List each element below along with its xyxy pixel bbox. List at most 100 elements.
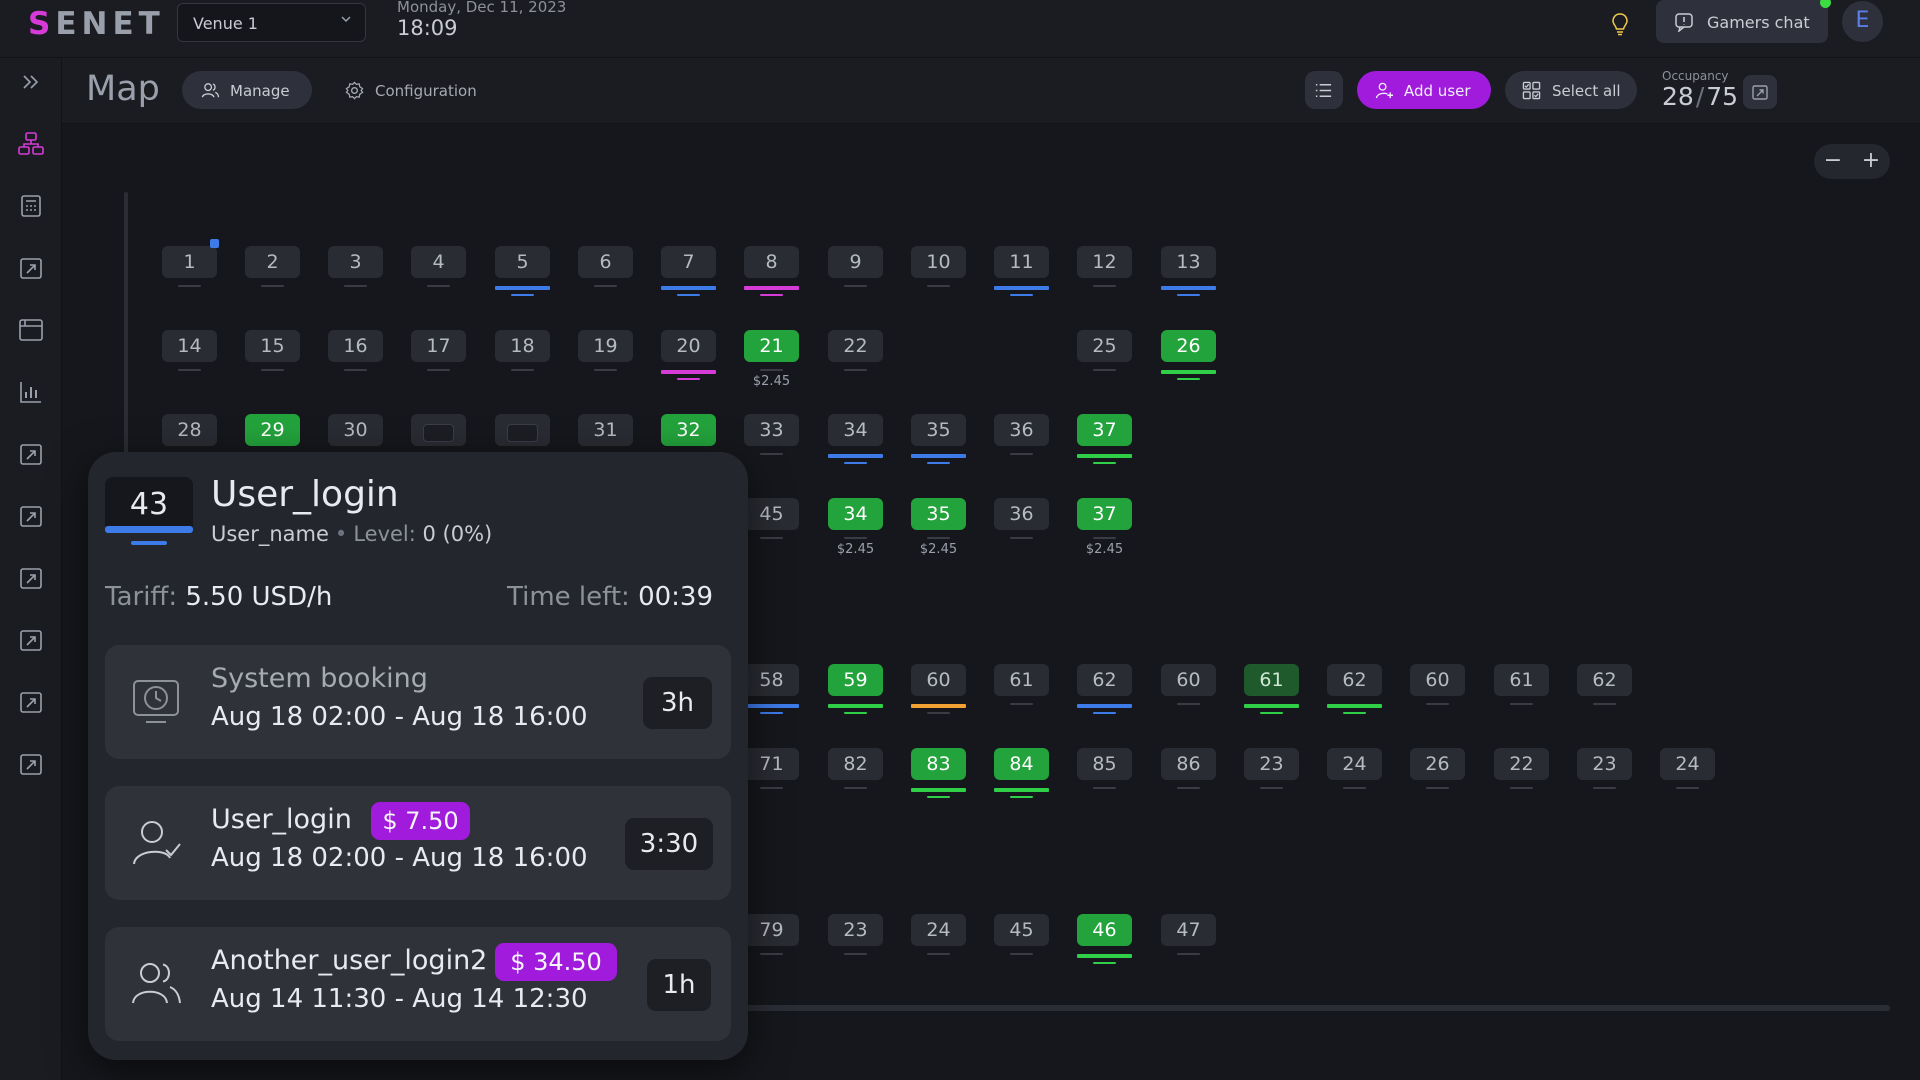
occupancy-report-button[interactable] — [1743, 75, 1777, 109]
seat-60[interactable]: 60 — [1410, 664, 1465, 705]
seat-4[interactable]: 4 — [411, 246, 466, 287]
seat-13[interactable]: 13 — [1161, 246, 1216, 296]
seat-79[interactable]: 79 — [744, 914, 799, 955]
map-icon[interactable] — [17, 130, 45, 158]
seat-empty[interactable] — [495, 414, 550, 446]
seat-62[interactable]: 62 — [1077, 664, 1132, 714]
seat-62[interactable]: 62 — [1577, 664, 1632, 705]
seat-33[interactable]: 33 — [744, 414, 799, 455]
seat-24[interactable]: 24 — [1660, 748, 1715, 789]
booking-card-another-user[interactable]: Another_user_login2 $ 34.50 Aug 14 11:30… — [105, 927, 731, 1041]
venue-select[interactable]: Venue 1 — [177, 3, 366, 42]
analytics-icon[interactable] — [17, 378, 45, 406]
seat-20[interactable]: 20 — [661, 330, 716, 380]
seat-29[interactable]: 29 — [245, 414, 300, 455]
seat-26[interactable]: 26 — [1410, 748, 1465, 789]
seat-45[interactable]: 45 — [994, 914, 1049, 955]
seat-3[interactable]: 3 — [328, 246, 383, 287]
seat-62[interactable]: 62 — [1327, 664, 1382, 714]
seat-71[interactable]: 71 — [744, 748, 799, 789]
seat-34[interactable]: 34 — [828, 414, 883, 464]
reports-icon[interactable] — [17, 750, 45, 778]
seat-23[interactable]: 23 — [1577, 748, 1632, 789]
seat-12[interactable]: 12 — [1077, 246, 1132, 287]
seat-empty[interactable] — [411, 414, 466, 446]
seat-17[interactable]: 17 — [411, 330, 466, 371]
user-avatar[interactable]: E — [1842, 1, 1883, 42]
seat-21[interactable]: 21 $2.45 — [744, 330, 799, 389]
seat-59[interactable]: 59 — [828, 664, 883, 714]
seat-16[interactable]: 16 — [328, 330, 383, 371]
seat-23[interactable]: 23 — [1244, 748, 1299, 789]
seat-26[interactable]: 26 — [1161, 330, 1216, 380]
seat-58[interactable]: 58 — [744, 664, 799, 714]
cash-register-icon[interactable] — [17, 192, 45, 220]
lightbulb-icon[interactable] — [1610, 12, 1630, 36]
seat-7[interactable]: 7 — [661, 246, 716, 296]
window-icon[interactable] — [17, 316, 45, 344]
seat-37[interactable]: 37 — [1077, 414, 1132, 464]
seat-25[interactable]: 25 — [1077, 330, 1132, 371]
tab-configuration[interactable]: Configuration — [325, 71, 477, 109]
seat-36[interactable]: 36 — [994, 498, 1049, 539]
gamers-chat-button[interactable]: Gamers chat — [1656, 0, 1828, 43]
seat-9[interactable]: 9 — [828, 246, 883, 287]
add-user-button[interactable]: Add user — [1357, 71, 1491, 109]
seat-61[interactable]: 61 — [1244, 664, 1299, 714]
seat-61[interactable]: 61 — [994, 664, 1049, 705]
seat-24[interactable]: 24 — [1327, 748, 1382, 789]
select-all-button[interactable]: Select all — [1505, 71, 1637, 109]
seat-22[interactable]: 22 — [828, 330, 883, 371]
seat-32[interactable]: 32 — [661, 414, 716, 455]
seat-11[interactable]: 11 — [994, 246, 1049, 296]
vertical-scrollbar[interactable] — [124, 192, 128, 462]
tab-manage[interactable]: Manage — [182, 71, 312, 109]
senet-logo[interactable]: SENET — [28, 6, 165, 42]
seat-31[interactable]: 31 — [578, 414, 633, 455]
seat-35[interactable]: 35 $2.45 — [911, 498, 966, 557]
expand-sidebar-icon[interactable] — [17, 68, 45, 96]
reports-icon[interactable] — [17, 564, 45, 592]
seat-23[interactable]: 23 — [828, 914, 883, 955]
seat-60[interactable]: 60 — [911, 664, 966, 714]
seat-61[interactable]: 61 — [1494, 664, 1549, 705]
reports-icon[interactable] — [17, 626, 45, 654]
seat-35[interactable]: 35 — [911, 414, 966, 464]
seat-37[interactable]: 37 $2.45 — [1077, 498, 1132, 557]
seat-82[interactable]: 82 — [828, 748, 883, 789]
zoom-out-button[interactable]: − — [1814, 144, 1852, 179]
seat-18[interactable]: 18 — [495, 330, 550, 371]
seat-1[interactable]: 1 — [162, 246, 217, 287]
seat-36[interactable]: 36 — [994, 414, 1049, 455]
seat-19[interactable]: 19 — [578, 330, 633, 371]
seat-83[interactable]: 83 — [911, 748, 966, 798]
list-view-button[interactable] — [1305, 71, 1343, 109]
seat-14[interactable]: 14 — [162, 330, 217, 371]
reports-icon[interactable] — [17, 688, 45, 716]
seat-24[interactable]: 24 — [911, 914, 966, 955]
seat-15[interactable]: 15 — [245, 330, 300, 371]
booking-card-user[interactable]: User_login $ 7.50 Aug 18 02:00 - Aug 18 … — [105, 786, 731, 900]
reports-icon[interactable] — [17, 254, 45, 282]
seat-28[interactable]: 28 — [162, 414, 217, 455]
seat-46[interactable]: 46 — [1077, 914, 1132, 964]
zoom-in-button[interactable]: + — [1852, 144, 1890, 179]
seat-86[interactable]: 86 — [1161, 748, 1216, 789]
reports-icon[interactable] — [17, 502, 45, 530]
seat-45[interactable]: 45 — [744, 498, 799, 539]
user-login[interactable]: User_login — [211, 474, 399, 515]
seat-5[interactable]: 5 — [495, 246, 550, 296]
seat-8[interactable]: 8 — [744, 246, 799, 296]
seat-10[interactable]: 10 — [911, 246, 966, 287]
seat-84[interactable]: 84 — [994, 748, 1049, 798]
seat-34[interactable]: 34 $2.45 — [828, 498, 883, 557]
horizontal-scrollbar[interactable] — [740, 1005, 1890, 1011]
booking-card-system[interactable]: System booking Aug 18 02:00 - Aug 18 16:… — [105, 645, 731, 759]
seat-85[interactable]: 85 — [1077, 748, 1132, 789]
seat-2[interactable]: 2 — [245, 246, 300, 287]
seat-6[interactable]: 6 — [578, 246, 633, 287]
seat-22[interactable]: 22 — [1494, 748, 1549, 789]
seat-60[interactable]: 60 — [1161, 664, 1216, 705]
seat-30[interactable]: 30 — [328, 414, 383, 455]
seat-47[interactable]: 47 — [1161, 914, 1216, 955]
